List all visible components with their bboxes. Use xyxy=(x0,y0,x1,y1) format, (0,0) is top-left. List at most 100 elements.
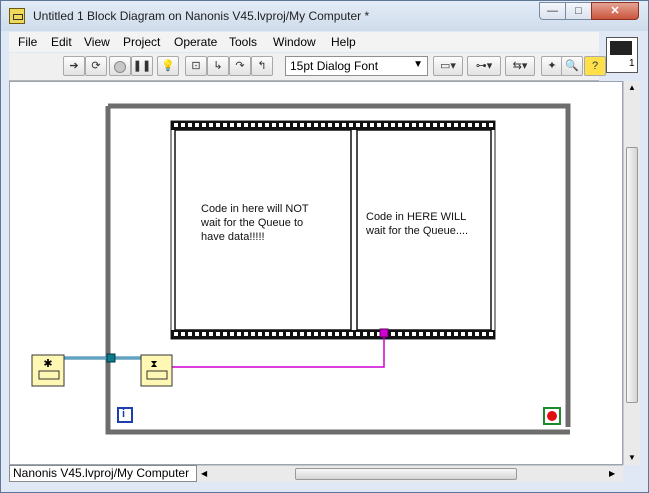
block-diagram-window: Untitled 1 Block Diagram on Nanonis V45.… xyxy=(0,0,649,493)
highlight-execution-icon[interactable]: 💡 xyxy=(157,56,179,76)
film-perforation xyxy=(433,123,437,127)
align-objects-icon[interactable]: ▭▾ xyxy=(433,56,463,76)
distribute-objects-icon[interactable]: ⊶▾ xyxy=(467,56,501,76)
menu-help[interactable]: Help xyxy=(331,35,356,49)
menu-window[interactable]: Window xyxy=(273,35,316,49)
labview-vi-icon xyxy=(9,8,25,24)
film-perforation xyxy=(475,123,479,127)
film-perforation xyxy=(454,332,458,336)
run-arrow-icon[interactable]: ➔ xyxy=(63,56,85,76)
maximize-button[interactable]: □ xyxy=(565,2,592,20)
film-perforation xyxy=(370,332,374,336)
comment-left[interactable]: Code in here will NOT wait for the Queue… xyxy=(201,202,351,244)
font-selector[interactable]: 15pt Dialog Font ▼ xyxy=(285,56,428,76)
film-perforation xyxy=(447,332,451,336)
horizontal-scroll-thumb[interactable] xyxy=(295,468,517,480)
sequence-tunnel xyxy=(379,328,389,338)
film-perforation xyxy=(300,123,304,127)
comment-right[interactable]: Code in HERE WILL wait for the Queue.... xyxy=(366,210,490,238)
film-perforation xyxy=(251,123,255,127)
film-perforation xyxy=(223,123,227,127)
film-perforation xyxy=(265,123,269,127)
step-out-icon[interactable]: ↰ xyxy=(251,56,273,76)
film-perforation xyxy=(314,332,318,336)
film-perforation xyxy=(314,123,318,127)
film-perforation xyxy=(405,123,409,127)
search-icon[interactable]: 🔍 xyxy=(561,56,583,76)
loop-tunnel xyxy=(106,353,116,363)
close-button[interactable]: ✕ xyxy=(591,2,639,20)
film-perforation xyxy=(398,123,402,127)
film-perforation xyxy=(440,123,444,127)
film-perforation xyxy=(489,332,493,336)
film-perforation xyxy=(377,123,381,127)
vertical-scroll-thumb[interactable] xyxy=(626,147,638,403)
film-perforation xyxy=(244,123,248,127)
film-perforation xyxy=(209,332,213,336)
retain-wire-values-icon[interactable]: ⊡ xyxy=(185,56,207,76)
abort-icon[interactable] xyxy=(109,56,131,76)
film-perforation xyxy=(195,123,199,127)
connector-pane-icon[interactable]: 1 xyxy=(606,37,638,73)
scroll-down-icon[interactable]: ▼ xyxy=(628,453,636,462)
svg-text:⧗: ⧗ xyxy=(150,359,157,370)
menu-file[interactable]: File xyxy=(18,35,37,49)
scroll-up-icon[interactable]: ▲ xyxy=(628,83,636,92)
status-project-path: Nanonis V45.lvproj/My Computer xyxy=(9,465,197,482)
film-perforation xyxy=(454,123,458,127)
scroll-left-icon[interactable]: ◀ xyxy=(201,469,207,478)
film-perforation xyxy=(342,332,346,336)
film-perforation xyxy=(349,332,353,336)
film-perforation xyxy=(335,123,339,127)
menu-tools[interactable]: Tools xyxy=(229,35,257,49)
svg-text:✱: ✱ xyxy=(43,357,52,370)
horizontal-scrollbar[interactable]: ◀ ▶ xyxy=(197,465,623,482)
minimize-button[interactable]: — xyxy=(539,2,566,20)
run-continuously-icon[interactable]: ⟳ xyxy=(85,56,107,76)
film-perforation xyxy=(174,123,178,127)
film-perforation xyxy=(272,332,276,336)
title-bar[interactable]: Untitled 1 Block Diagram on Nanonis V45.… xyxy=(1,1,648,31)
film-perforation xyxy=(356,123,360,127)
reorder-icon[interactable]: ⇆▾ xyxy=(505,56,535,76)
film-perforation xyxy=(482,332,486,336)
context-help-icon[interactable]: ? xyxy=(584,56,606,76)
vertical-scrollbar[interactable]: ▲ ▼ xyxy=(623,81,640,465)
menu-view[interactable]: View xyxy=(84,35,110,49)
film-perforation xyxy=(426,123,430,127)
film-perforation xyxy=(482,123,486,127)
film-perforation xyxy=(230,332,234,336)
cleanup-diagram-icon[interactable]: ✦ xyxy=(541,56,563,76)
film-perforation xyxy=(279,332,283,336)
film-perforation xyxy=(405,332,409,336)
obtain-queue-node: ✱ xyxy=(31,354,65,387)
film-perforation xyxy=(272,123,276,127)
film-perforation xyxy=(363,332,367,336)
film-perforation xyxy=(363,123,367,127)
film-perforation xyxy=(258,332,262,336)
film-perforation xyxy=(251,332,255,336)
scroll-right-icon[interactable]: ▶ xyxy=(609,469,615,478)
step-over-icon[interactable]: ↷ xyxy=(229,56,251,76)
film-perforation xyxy=(237,332,241,336)
diagram-drawing: ✱ ⧗ xyxy=(31,103,571,435)
film-perforation xyxy=(433,332,437,336)
pause-icon[interactable]: ❚❚ xyxy=(131,56,153,76)
film-perforation xyxy=(244,332,248,336)
film-perforation xyxy=(202,123,206,127)
film-perforation xyxy=(461,332,465,336)
film-perforation xyxy=(265,332,269,336)
film-perforation xyxy=(286,123,290,127)
film-perforation xyxy=(293,123,297,127)
film-perforation xyxy=(370,123,374,127)
menu-project[interactable]: Project xyxy=(123,35,160,49)
film-perforation xyxy=(286,332,290,336)
film-perforation xyxy=(307,123,311,127)
menu-edit[interactable]: Edit xyxy=(51,35,72,49)
menu-operate[interactable]: Operate xyxy=(174,35,217,49)
film-perforation xyxy=(174,332,178,336)
step-into-icon[interactable]: ↳ xyxy=(207,56,229,76)
film-perforation xyxy=(202,332,206,336)
block-diagram-canvas[interactable]: ✱ ⧗ Code in here will NOT wait for the Q… xyxy=(9,81,623,465)
film-perforation xyxy=(328,332,332,336)
